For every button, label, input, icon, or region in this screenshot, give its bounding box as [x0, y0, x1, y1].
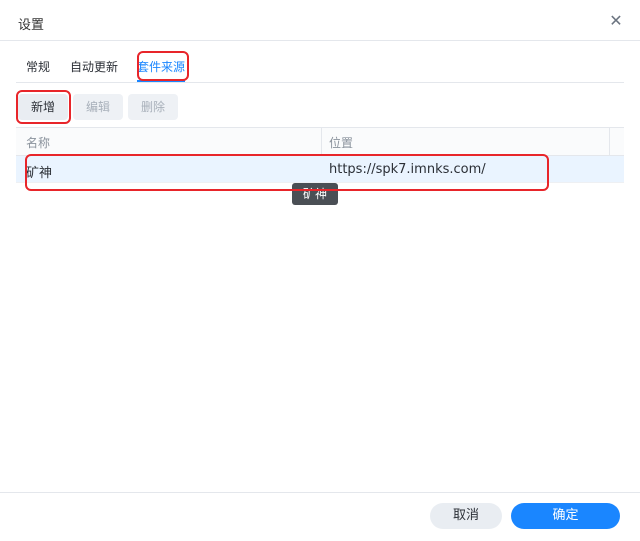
ok-button[interactable]: 确定	[511, 503, 620, 529]
row-tooltip: 矿神	[292, 183, 338, 205]
add-button[interactable]: 新增	[18, 94, 68, 120]
close-icon[interactable]: ✕	[606, 11, 626, 31]
tab-auto-update[interactable]: 自动更新	[70, 58, 118, 75]
row-name: 矿神	[26, 166, 53, 181]
tab-general[interactable]: 常规	[26, 58, 50, 75]
dialog-footer: 取消 确定	[0, 492, 640, 541]
sources-table: 名称 位置 矿神 https://spk7.imnks.com/	[16, 127, 624, 183]
cancel-button[interactable]: 取消	[430, 503, 502, 529]
tab-bar: 常规 自动更新 套件来源	[16, 40, 624, 83]
dialog-titlebar: 设置 ✕	[0, 0, 640, 41]
active-tab-indicator	[137, 80, 185, 82]
table-row[interactable]: 矿神 https://spk7.imnks.com/	[16, 156, 624, 183]
column-divider[interactable]	[609, 128, 610, 155]
edit-button[interactable]: 编辑	[73, 94, 123, 120]
toolbar: 新增 编辑 删除	[0, 94, 640, 120]
tab-package-sources[interactable]: 套件来源	[137, 58, 185, 75]
delete-button[interactable]: 删除	[128, 94, 178, 120]
table-header: 名称 位置	[16, 127, 624, 156]
column-header-name[interactable]: 名称	[26, 134, 50, 151]
column-divider[interactable]	[321, 128, 322, 155]
column-header-location[interactable]: 位置	[329, 134, 353, 151]
row-location: https://spk7.imnks.com/	[329, 162, 486, 177]
dialog-title: 设置	[18, 18, 45, 33]
